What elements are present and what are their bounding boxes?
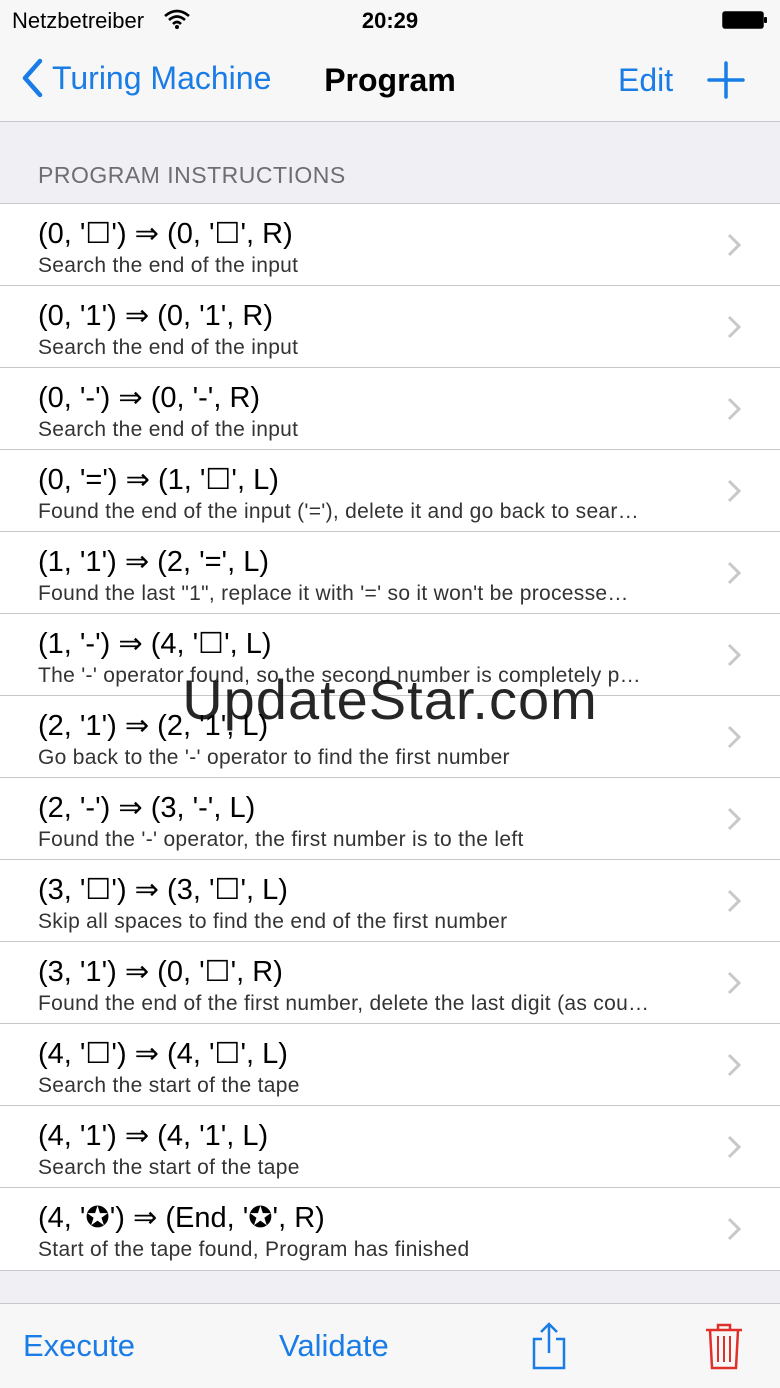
instruction-title: (0, '☐') ⇒ (0, '☐', R) [38,218,293,250]
instruction-row[interactable]: (3, '☐') ⇒ (3, '☐', L) Skip all spaces t… [0,860,780,942]
execute-button[interactable]: Execute [23,1328,135,1364]
instruction-row[interactable]: (4, '1') ⇒ (4, '1', L) Search the start … [0,1106,780,1188]
battery-icon [722,11,767,29]
instruction-description: Search the end of the input [38,418,299,441]
chevron-right-icon [727,643,741,667]
instruction-description: Search the end of the input [38,336,299,359]
instruction-description: Found the last "1", replace it with '=' … [38,582,629,605]
share-icon[interactable] [530,1321,568,1371]
instruction-row[interactable]: (0, '1') ⇒ (0, '1', R) Search the end of… [0,286,780,368]
instruction-description: Go back to the '-' operator to find the … [38,746,510,769]
instruction-row[interactable]: (4, '✪') ⇒ (End, '✪', R) Start of the ta… [0,1188,780,1270]
instruction-description: Search the start of the tape [38,1156,300,1179]
status-time: 20:29 [361,8,419,33]
instruction-title: (2, '1') ⇒ (2, '1', L) [38,710,269,742]
chevron-right-icon [727,397,741,421]
instruction-row[interactable]: (0, '-') ⇒ (0, '-', R) Search the end of… [0,368,780,450]
instruction-row[interactable]: (4, '☐') ⇒ (4, '☐', L) Search the start … [0,1024,780,1106]
instruction-list: (0, '☐') ⇒ (0, '☐', R) Search the end of… [0,203,780,1271]
chevron-right-icon [727,1217,741,1241]
instruction-row[interactable]: (3, '1') ⇒ (0, '☐', R) Found the end of … [0,942,780,1024]
instruction-row[interactable]: (2, '-') ⇒ (3, '-', L) Found the '-' ope… [0,778,780,860]
trash-icon[interactable] [704,1321,744,1371]
instruction-title: (1, '-') ⇒ (4, '☐', L) [38,628,272,660]
instruction-title: (4, '☐') ⇒ (4, '☐', L) [38,1038,288,1070]
instruction-title: (0, '1') ⇒ (0, '1', R) [38,300,273,332]
navigation-bar: Turing Machine Program Edit [0,40,780,122]
section-header: PROGRAM INSTRUCTIONS [38,162,346,188]
instruction-row[interactable]: (1, '-') ⇒ (4, '☐', L) The '-' operator … [0,614,780,696]
back-button-label: Turing Machine [52,59,272,96]
instruction-description: Search the start of the tape [38,1074,300,1097]
validate-button[interactable]: Validate [279,1328,389,1364]
instruction-description: Start of the tape found, Program has fin… [38,1238,470,1261]
chevron-right-icon [727,1053,741,1077]
instruction-title: (0, '-') ⇒ (0, '-', R) [38,382,261,414]
instruction-description: Found the end of the first number, delet… [38,992,650,1015]
instruction-row[interactable]: (2, '1') ⇒ (2, '1', L) Go back to the '-… [0,696,780,778]
instruction-description: Found the end of the input ('='), delete… [38,500,640,523]
instruction-row[interactable]: (0, '=') ⇒ (1, '☐', L) Found the end of … [0,450,780,532]
back-button[interactable]: Turing Machine [20,56,271,100]
status-bar: Netzbetreiber 20:29 [0,0,780,40]
instruction-title: (2, '-') ⇒ (3, '-', L) [38,792,256,824]
chevron-right-icon [727,889,741,913]
chevron-right-icon [727,479,741,503]
instruction-title: (1, '1') ⇒ (2, '=', L) [38,546,269,578]
chevron-right-icon [727,561,741,585]
instruction-title: (3, '1') ⇒ (0, '☐', R) [38,956,283,988]
instruction-description: The '-' operator found, so the second nu… [38,664,641,687]
edit-button[interactable]: Edit [618,62,673,99]
instruction-title: (4, '✪') ⇒ (End, '✪', R) [38,1202,325,1234]
plus-icon[interactable] [706,60,746,100]
chevron-right-icon [727,971,741,995]
instruction-title: (3, '☐') ⇒ (3, '☐', L) [38,874,288,906]
bottom-toolbar: Execute Validate [0,1303,780,1388]
instruction-description: Found the '-' operator, the first number… [38,828,524,851]
instruction-description: Search the end of the input [38,254,299,277]
instruction-row[interactable]: (0, '☐') ⇒ (0, '☐', R) Search the end of… [0,204,780,286]
chevron-right-icon [727,315,741,339]
chevron-right-icon [727,233,741,257]
chevron-right-icon [727,807,741,831]
instruction-description: Skip all spaces to find the end of the f… [38,910,508,933]
instruction-title: (4, '1') ⇒ (4, '1', L) [38,1120,269,1152]
instruction-row[interactable]: (1, '1') ⇒ (2, '=', L) Found the last "1… [0,532,780,614]
back-chevron-icon [22,58,43,98]
instruction-title: (0, '=') ⇒ (1, '☐', L) [38,464,279,496]
chevron-right-icon [727,1135,741,1159]
chevron-right-icon [727,725,741,749]
